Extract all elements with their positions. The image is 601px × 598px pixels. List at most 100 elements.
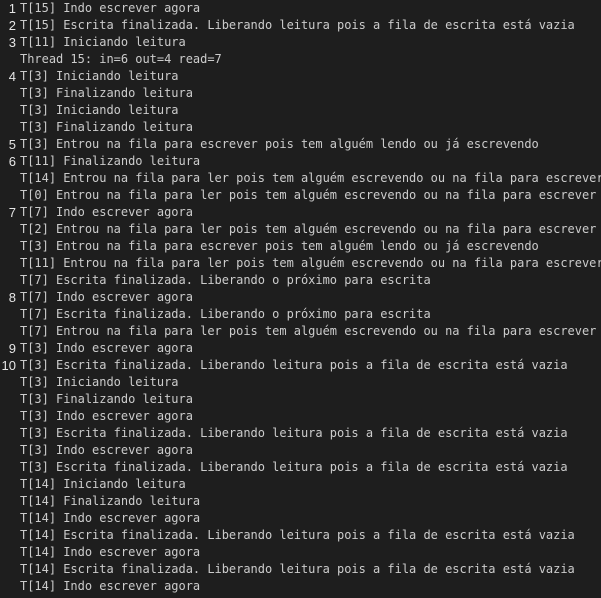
line-number	[0, 578, 20, 595]
terminal-line: 7 T[7] Indo escrever agora	[0, 204, 601, 221]
line-text: T[3] Finalizando leitura	[20, 86, 193, 100]
terminal-line: T[14] Iniciando leitura	[0, 476, 601, 493]
terminal-line: T[0] Entrou na fila para ler pois tem al…	[0, 187, 601, 204]
line-number	[0, 255, 20, 272]
terminal-line: 9 T[3] Indo escrever agora	[0, 340, 601, 357]
terminal-line: T[3] Indo escrever agora	[0, 408, 601, 425]
line-text: T[7] Entrou na fila para ler pois tem al…	[20, 324, 597, 338]
terminal-line: 10 T[3] Escrita finalizada. Liberando lei…	[0, 357, 601, 374]
line-text: T[3] Iniciando leitura	[20, 103, 179, 117]
line-text: T[3] Escrita finalizada. Liberando leitu…	[20, 426, 568, 440]
terminal-line: T[7] Escrita finalizada. Liberando o pró…	[0, 306, 601, 323]
line-number	[0, 238, 20, 255]
terminal-line: T[3] Iniciando leitura	[0, 102, 601, 119]
terminal-line: T[2] Entrou na fila para ler pois tem al…	[0, 221, 601, 238]
line-number: 8	[8, 290, 16, 305]
terminal-line: 8 T[7] Indo escrever agora	[0, 289, 601, 306]
line-number	[0, 170, 20, 187]
line-number: 10	[1, 358, 16, 373]
terminal-line: 6 T[11] Finalizando leitura	[0, 153, 601, 170]
line-text: T[2] Entrou na fila para ler pois tem al…	[20, 222, 597, 236]
line-number	[0, 374, 20, 391]
terminal-line: T[3] Iniciando leitura	[0, 374, 601, 391]
line-text: T[11] Finalizando leitura	[20, 154, 201, 168]
line-text: T[14] Iniciando leitura	[20, 477, 186, 491]
line-number	[0, 391, 20, 408]
line-text: T[14] Escrita finalizada. Liberando leit…	[20, 528, 575, 542]
line-text: T[7] Escrita finalizada. Liberando o pró…	[20, 273, 431, 287]
line-number	[0, 272, 20, 289]
line-number: 4	[8, 69, 16, 84]
terminal-line: T[14] Indo escrever agora	[0, 578, 601, 595]
line-number	[0, 51, 20, 68]
line-number: 9	[8, 341, 16, 356]
terminal-line: T[3] Indo escrever agora	[0, 442, 601, 459]
line-text: T[7] Indo escrever agora	[20, 205, 193, 219]
line-number: 1	[8, 1, 16, 16]
line-text: T[14] Finalizando leitura	[20, 494, 201, 508]
line-text: T[3] Iniciando leitura	[20, 69, 179, 83]
line-number	[0, 425, 20, 442]
line-text: T[11] Entrou na fila para ler pois tem a…	[20, 256, 601, 270]
terminal-line: T[14] Finalizando leitura	[0, 493, 601, 510]
line-number	[0, 510, 20, 527]
line-number: 2	[8, 18, 16, 33]
terminal-line: T[3] Finalizando leitura	[0, 119, 601, 136]
terminal-line: T[14] Escrita finalizada. Liberando leit…	[0, 561, 601, 578]
line-text: T[3] Finalizando leitura	[20, 392, 193, 406]
line-text: T[14] Indo escrever agora	[20, 579, 201, 593]
line-text: T[14] Indo escrever agora	[20, 511, 201, 525]
line-number	[0, 442, 20, 459]
line-text: T[3] Escrita finalizada. Liberando leitu…	[20, 358, 568, 372]
line-number: 7	[8, 205, 16, 220]
terminal-line: Thread 15: in=6 out=4 read=7	[0, 51, 601, 68]
line-text: T[3] Escrita finalizada. Liberando leitu…	[20, 460, 568, 474]
line-text: T[14] Indo escrever agora	[20, 545, 201, 559]
terminal-line: T[7] Entrou na fila para ler pois tem al…	[0, 323, 601, 340]
line-number	[0, 102, 20, 119]
line-number: 5	[8, 137, 16, 152]
line-number	[0, 527, 20, 544]
terminal-line: 3 T[11] Iniciando leitura	[0, 34, 601, 51]
terminal-line: T[14] Indo escrever agora	[0, 510, 601, 527]
line-number	[0, 544, 20, 561]
line-number	[0, 221, 20, 238]
line-text: T[3] Entrou na fila para escrever pois t…	[20, 239, 539, 253]
terminal-line: T[11] Entrou na fila para ler pois tem a…	[0, 255, 601, 272]
line-text: T[11] Iniciando leitura	[20, 35, 186, 49]
terminal-line: T[3] Escrita finalizada. Liberando leitu…	[0, 459, 601, 476]
terminal-line: 5 T[3] Entrou na fila para escrever pois …	[0, 136, 601, 153]
terminal-line: 1 T[15] Indo escrever agora	[0, 0, 601, 17]
line-text: T[3] Indo escrever agora	[20, 341, 193, 355]
line-text: T[14] Entrou na fila para ler pois tem a…	[20, 171, 601, 185]
line-text: T[15] Indo escrever agora	[20, 1, 201, 15]
terminal-line: 4 T[3] Iniciando leitura	[0, 68, 601, 85]
terminal-line: T[3] Escrita finalizada. Liberando leitu…	[0, 425, 601, 442]
line-text: T[7] Escrita finalizada. Liberando o pró…	[20, 307, 431, 321]
terminal-line: 2 T[15] Escrita finalizada. Liberando lei…	[0, 17, 601, 34]
terminal-line: T[3] Finalizando leitura	[0, 85, 601, 102]
terminal-output[interactable]: 1 T[15] Indo escrever agora 2 T[15] Escrita…	[0, 0, 601, 598]
terminal-line: T[3] Finalizando leitura	[0, 391, 601, 408]
line-text: T[3] Iniciando leitura	[20, 375, 179, 389]
terminal-line: T[3] Entrou na fila para escrever pois t…	[0, 238, 601, 255]
line-text: T[3] Indo escrever agora	[20, 409, 193, 423]
line-text: T[14] Escrita finalizada. Liberando leit…	[20, 562, 575, 576]
line-number	[0, 85, 20, 102]
line-number	[0, 323, 20, 340]
terminal-line: T[14] Indo escrever agora	[0, 544, 601, 561]
line-text: T[3] Entrou na fila para escrever pois t…	[20, 137, 539, 151]
terminal-line: T[7] Escrita finalizada. Liberando o pró…	[0, 272, 601, 289]
line-text: T[7] Indo escrever agora	[20, 290, 193, 304]
line-text: T[3] Indo escrever agora	[20, 443, 193, 457]
terminal-line: T[14] Escrita finalizada. Liberando leit…	[0, 527, 601, 544]
line-text: Thread 15: in=6 out=4 read=7	[20, 52, 222, 66]
line-number: 6	[8, 154, 16, 169]
terminal-line: T[14] Entrou na fila para ler pois tem a…	[0, 170, 601, 187]
line-number: 3	[8, 35, 16, 50]
line-text: T[15] Escrita finalizada. Liberando leit…	[20, 18, 575, 32]
line-number	[0, 561, 20, 578]
line-text: T[0] Entrou na fila para ler pois tem al…	[20, 188, 597, 202]
line-number	[0, 306, 20, 323]
line-number	[0, 459, 20, 476]
